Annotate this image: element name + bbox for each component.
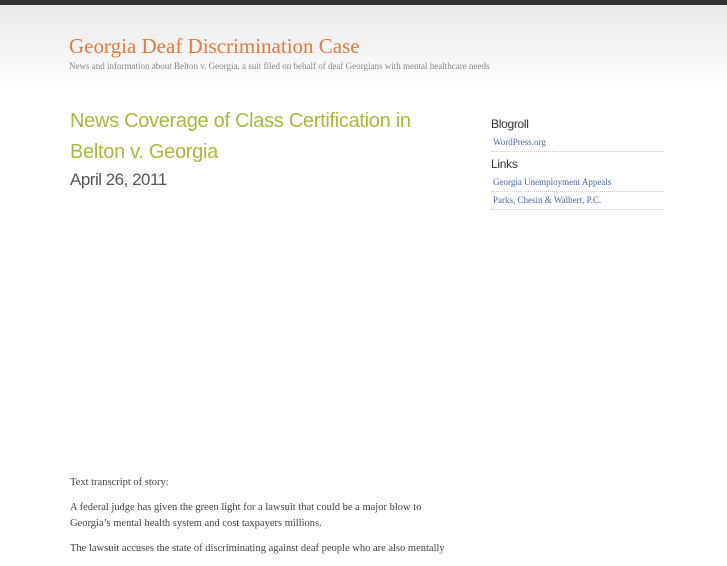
list-item: Parks, Chesin & Walbert, P.C. xyxy=(491,192,663,210)
post-paragraph: Text transcript of story: xyxy=(70,477,169,488)
sidebar: Blogroll WordPress.org Links Georgia Une… xyxy=(491,116,663,214)
links-heading: Links xyxy=(491,157,518,171)
links-list: Georgia Unemployment Appeals Parks, Ches… xyxy=(491,174,663,210)
post-paragraph: A federal judge has given the green ligh… xyxy=(70,502,422,529)
post-body: Text transcript of story: A federal judg… xyxy=(70,475,460,566)
link-parks-chesin-walbert[interactable]: Parks, Chesin & Walbert, P.C. xyxy=(493,195,601,205)
post-date: April 26, 2011 xyxy=(70,170,167,189)
blogroll-heading: Blogroll xyxy=(491,117,529,131)
list-item: WordPress.org xyxy=(491,134,663,152)
post-paragraph: The lawsuit accuses the state of discrim… xyxy=(70,543,445,554)
blogroll-list: WordPress.org xyxy=(491,134,663,152)
post-title[interactable]: News Coverage of Class Certification in … xyxy=(70,106,440,168)
site-tagline: News and information about Belton v. Geo… xyxy=(69,61,490,71)
site-header: Georgia Deaf Discrimination Case News an… xyxy=(0,5,727,90)
link-georgia-unemployment-appeals[interactable]: Georgia Unemployment Appeals xyxy=(493,177,611,187)
site-title-link[interactable]: Georgia Deaf Discrimination Case xyxy=(69,34,360,59)
blogroll-link-wordpress[interactable]: WordPress.org xyxy=(493,137,546,147)
list-item: Georgia Unemployment Appeals xyxy=(491,174,663,192)
